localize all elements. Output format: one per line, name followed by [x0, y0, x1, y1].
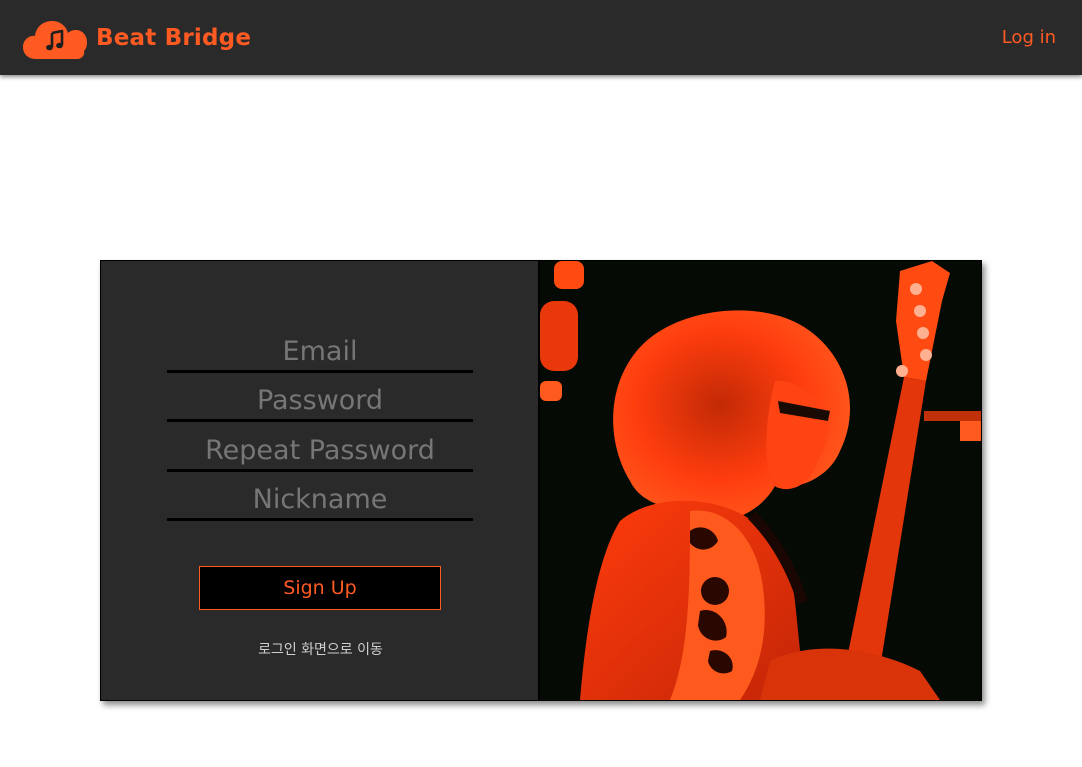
guitarist-photo — [540, 261, 981, 700]
password-field[interactable] — [167, 382, 473, 422]
guitarist-photo-graphic — [540, 261, 981, 700]
top-navigation-bar: Beat Bridge Log in — [0, 0, 1082, 75]
cloud-music-icon — [23, 20, 87, 59]
signup-form: Sign Up 로그인 화면으로 이동 — [101, 261, 540, 700]
nickname-field[interactable] — [167, 481, 473, 521]
repeat-password-field[interactable] — [167, 432, 473, 472]
sign-up-button[interactable]: Sign Up — [199, 566, 441, 610]
go-to-login-link[interactable]: 로그인 화면으로 이동 — [101, 639, 540, 659]
login-link[interactable]: Log in — [1002, 27, 1056, 48]
email-field[interactable] — [167, 333, 473, 373]
brand-name: Beat Bridge — [96, 24, 252, 51]
brand[interactable]: Beat Bridge — [22, 15, 251, 61]
signup-card: Sign Up 로그인 화면으로 이동 — [100, 260, 982, 701]
